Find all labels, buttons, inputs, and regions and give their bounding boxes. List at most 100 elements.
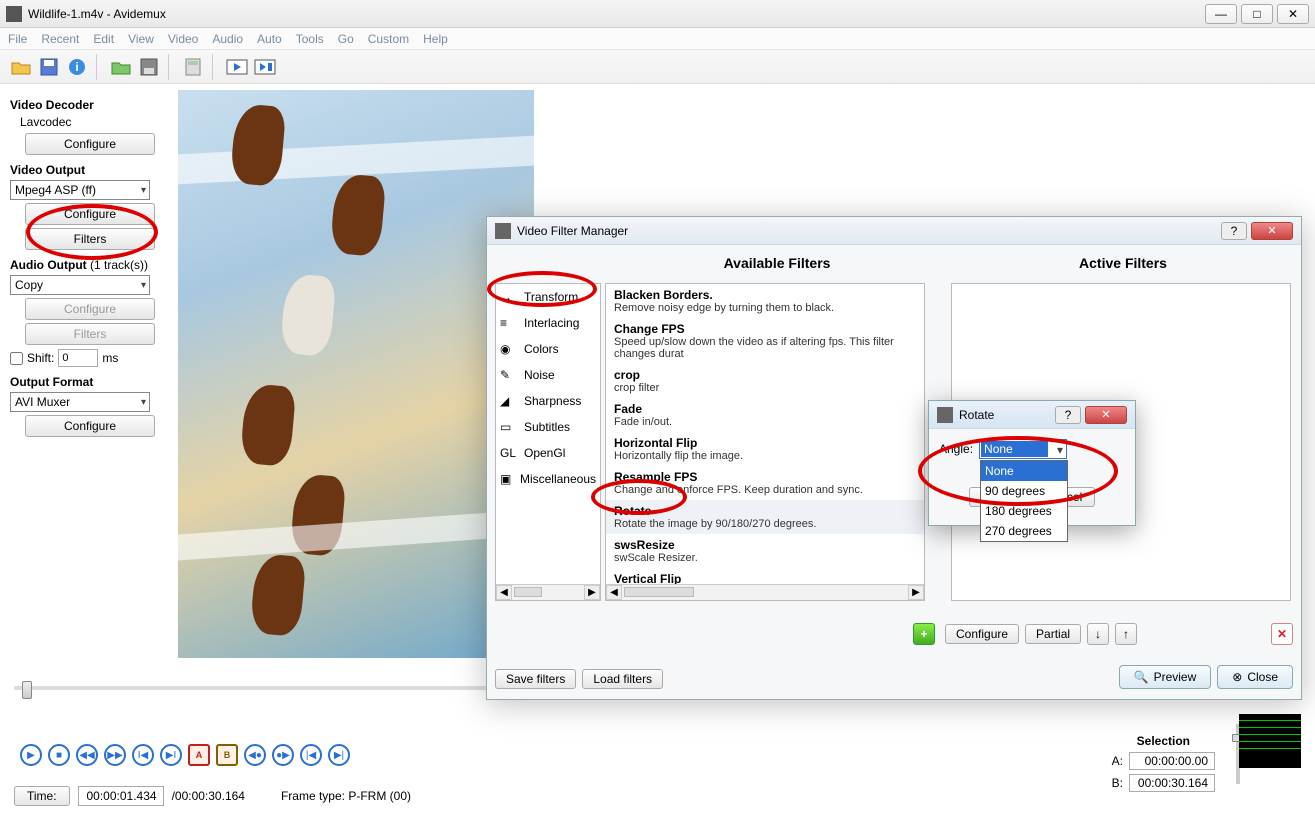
decoder-configure-button[interactable]: Configure <box>25 133 155 155</box>
audio-output-select[interactable]: Copy <box>10 275 150 295</box>
prev-frame-button[interactable]: ◀◀ <box>76 744 98 766</box>
menu-recent[interactable]: Recent <box>41 32 79 46</box>
rotate-title: Rotate <box>959 408 994 422</box>
menu-auto[interactable]: Auto <box>257 32 282 46</box>
play-media-icon[interactable] <box>224 54 250 80</box>
angle-option-270[interactable]: 270 degrees <box>981 521 1067 541</box>
close-button[interactable]: ✕ <box>1277 4 1309 24</box>
timeline-thumb[interactable] <box>22 681 32 699</box>
category-scrollbar[interactable]: ◀▶ <box>496 584 600 600</box>
filter-swsresize[interactable]: swsResizeswScale Resizer. <box>606 534 924 568</box>
angle-option-180[interactable]: 180 degrees <box>981 501 1067 521</box>
filter-crop[interactable]: cropcrop filter <box>606 364 924 398</box>
minimize-button[interactable]: — <box>1205 4 1237 24</box>
filter-change-fps[interactable]: Change FPSSpeed up/slow down the video a… <box>606 318 924 364</box>
info-icon[interactable]: i <box>64 54 90 80</box>
category-interlacing[interactable]: ≡Interlacing <box>496 310 600 336</box>
move-down-button[interactable]: ↓ <box>1087 623 1109 645</box>
angle-dropdown[interactable]: None 90 degrees 180 degrees 270 degrees <box>980 460 1068 542</box>
filter-blacken-borders[interactable]: Blacken Borders.Remove noisy edge by tur… <box>606 284 924 318</box>
audio-configure-button[interactable]: Configure <box>25 298 155 320</box>
selection-a-value: 00:00:00.00 <box>1129 752 1215 770</box>
rotate-close-button[interactable]: ✕ <box>1085 406 1127 424</box>
category-sharpness[interactable]: ◢Sharpness <box>496 388 600 414</box>
category-subtitles[interactable]: ▭Subtitles <box>496 414 600 440</box>
angle-selected: None <box>981 441 1048 457</box>
current-time[interactable]: 00:00:01.434 <box>78 786 164 806</box>
menu-help[interactable]: Help <box>423 32 448 46</box>
misc-icon: ▣ <box>500 472 514 486</box>
angle-option-none[interactable]: None <box>981 461 1067 481</box>
time-button[interactable]: Time: <box>14 786 70 806</box>
menu-view[interactable]: View <box>128 32 154 46</box>
remove-filter-button[interactable]: ✕ <box>1271 623 1293 645</box>
prev-black-button[interactable]: ◀● <box>244 744 266 766</box>
category-opengl[interactable]: GLOpenGl <box>496 440 600 466</box>
total-time: /00:00:30.164 <box>172 789 245 803</box>
prev-keyframe-button[interactable]: I◀ <box>132 744 154 766</box>
menu-custom[interactable]: Custom <box>368 32 409 46</box>
filter-resample-fps[interactable]: Resample FPSChange and enforce FPS. Keep… <box>606 466 924 500</box>
available-filter-list[interactable]: Blacken Borders.Remove noisy edge by tur… <box>605 283 925 601</box>
video-decoder-head: Video Decoder <box>10 98 170 112</box>
menu-go[interactable]: Go <box>338 32 354 46</box>
video-output-filters-button[interactable]: Filters <box>25 228 155 250</box>
output-format-select[interactable]: AVI Muxer <box>10 392 150 412</box>
maximize-button[interactable]: □ <box>1241 4 1273 24</box>
load-filters-button[interactable]: Load filters <box>582 669 663 689</box>
open-icon[interactable] <box>8 54 34 80</box>
menu-edit[interactable]: Edit <box>93 32 114 46</box>
window-title: Wildlife-1.m4v - Avidemux <box>28 7 1201 21</box>
audio-filters-button[interactable]: Filters <box>25 323 155 345</box>
add-filter-button[interactable]: + <box>913 623 935 645</box>
filter-rotate[interactable]: RotateRotate the image by 90/180/270 deg… <box>606 500 924 534</box>
category-transform[interactable]: ↔Transform <box>496 284 600 310</box>
save-icon[interactable] <box>36 54 62 80</box>
angle-option-90[interactable]: 90 degrees <box>981 481 1067 501</box>
save-filters-button[interactable]: Save filters <box>495 669 576 689</box>
next-frame-button[interactable]: ▶▶ <box>104 744 126 766</box>
rotate-help-button[interactable]: ? <box>1055 406 1081 424</box>
play-output-icon[interactable] <box>252 54 278 80</box>
angle-label: Angle: <box>939 442 973 456</box>
menu-video[interactable]: Video <box>168 32 198 46</box>
shift-input[interactable] <box>58 349 98 367</box>
angle-combobox[interactable]: None None 90 degrees 180 degrees 270 deg… <box>979 439 1067 459</box>
stop-button[interactable]: ■ <box>48 744 70 766</box>
vfm-close-button[interactable]: ✕ <box>1251 222 1293 240</box>
sidebar: Video Decoder Lavcodec Configure Video O… <box>10 90 170 440</box>
preview-button[interactable]: 🔍Preview <box>1119 665 1212 689</box>
save-disk-icon[interactable] <box>136 54 162 80</box>
toolbar: i <box>0 50 1315 84</box>
menu-tools[interactable]: Tools <box>296 32 324 46</box>
filter-fade[interactable]: FadeFade in/out. <box>606 398 924 432</box>
category-noise[interactable]: ✎Noise <box>496 362 600 388</box>
move-up-button[interactable]: ↑ <box>1115 623 1137 645</box>
category-colors[interactable]: ◉Colors <box>496 336 600 362</box>
goto-end-button[interactable]: ▶| <box>328 744 350 766</box>
mark-a-button[interactable]: A <box>188 744 210 766</box>
subtitles-icon: ▭ <box>500 420 518 434</box>
goto-start-button[interactable]: |◀ <box>300 744 322 766</box>
video-output-select[interactable]: Mpeg4 ASP (ff) <box>10 180 150 200</box>
shift-checkbox[interactable] <box>10 352 23 365</box>
format-configure-button[interactable]: Configure <box>25 415 155 437</box>
vfm-help-button[interactable]: ? <box>1221 222 1247 240</box>
category-misc[interactable]: ▣Miscellaneous <box>496 466 600 492</box>
mark-b-button[interactable]: B <box>216 744 238 766</box>
filter-hflip[interactable]: Horizontal FlipHorizontally flip the ima… <box>606 432 924 466</box>
menu-audio[interactable]: Audio <box>212 32 243 46</box>
filter-scrollbar[interactable]: ◀▶ <box>606 584 924 600</box>
play-button[interactable]: ▶ <box>20 744 42 766</box>
active-configure-button[interactable]: Configure <box>945 624 1019 644</box>
close-vfm-button[interactable]: ⊗Close <box>1217 665 1293 689</box>
open-folder-icon[interactable] <box>108 54 134 80</box>
next-keyframe-button[interactable]: ▶I <box>160 744 182 766</box>
active-partial-button[interactable]: Partial <box>1025 624 1081 644</box>
calculator-icon[interactable] <box>180 54 206 80</box>
category-list[interactable]: ↔Transform ≡Interlacing ◉Colors ✎Noise ◢… <box>495 283 601 601</box>
available-filters-head: Available Filters <box>609 251 945 277</box>
menu-file[interactable]: File <box>8 32 27 46</box>
video-output-configure-button[interactable]: Configure <box>25 203 155 225</box>
next-black-button[interactable]: ●▶ <box>272 744 294 766</box>
